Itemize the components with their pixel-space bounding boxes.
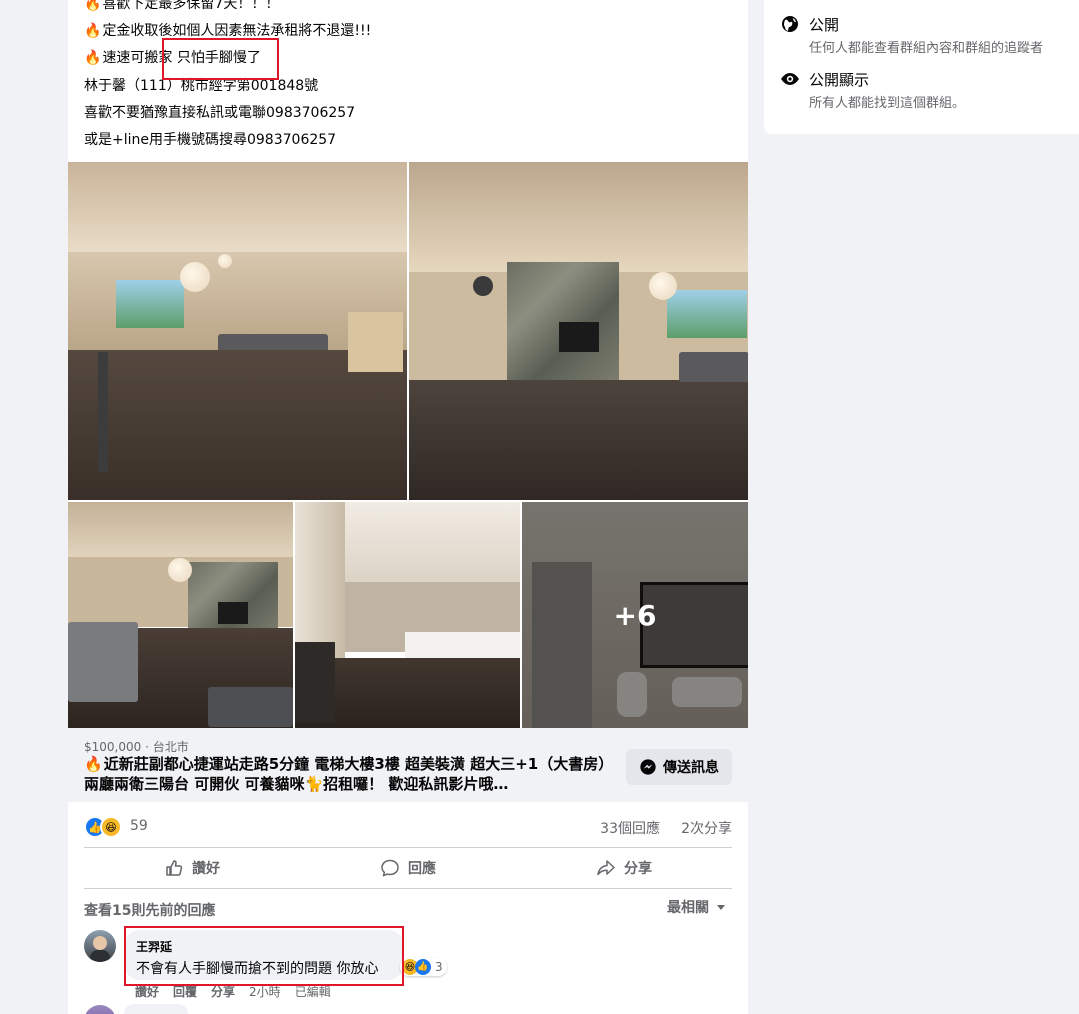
shares-count[interactable]: 2次分享 [681, 818, 732, 838]
haha-reaction-icon[interactable]: 😆 [100, 816, 122, 838]
eye-icon [781, 73, 799, 85]
marketplace-listing[interactable]: $100,000 · 台北市 🔥近新莊副都心捷運站走路5分鐘 電梯大樓3樓 超美… [68, 728, 748, 802]
divider [84, 888, 732, 889]
fire-icon: 🔥 [84, 0, 102, 12]
listing-price: $100,000 · 台北市 [84, 740, 189, 754]
thumbs-up-icon [166, 860, 183, 876]
comment-reaction-count: 3 [435, 960, 443, 974]
privacy-title: 公開 [809, 16, 840, 34]
messenger-icon [640, 759, 656, 775]
fire-icon: 🔥 [84, 23, 102, 39]
post-photo-kitchen[interactable] [295, 502, 520, 728]
sort-dropdown[interactable]: 最相關 [667, 897, 727, 917]
like-button[interactable]: 讚好 [84, 848, 300, 888]
post-photo-lounge[interactable] [68, 502, 293, 728]
post-photo-bathroom[interactable]: +6 [522, 502, 748, 728]
comment-icon [381, 859, 399, 877]
share-icon [597, 860, 615, 876]
post-stats: 👍 😆 59 33個回應 2次分享 [68, 810, 748, 842]
visibility-description: 所有人都能找到這個群組。 [809, 96, 966, 111]
highlight-box [124, 926, 404, 986]
post-description-line: 🔥喜歡下定最多保留7天！！！ [84, 0, 279, 14]
visibility-title: 公開顯示 [809, 71, 870, 89]
post-photo-living-room[interactable] [68, 162, 407, 500]
fire-icon: 🔥 [84, 755, 103, 773]
post-description-line: 喜歡不要猶豫直接私訊或電聯0983706257 [84, 105, 356, 121]
reaction-count[interactable]: 59 [130, 818, 148, 834]
share-button[interactable]: 分享 [516, 848, 732, 888]
avatar[interactable] [84, 1005, 116, 1014]
privacy-description: 任何人都能查看群組內容和群組的追蹤者 [809, 41, 1044, 56]
comments-count[interactable]: 33個回應 [600, 818, 660, 838]
post-description-line: 或是+line用手機號碼搜尋0983706257 [84, 132, 337, 148]
more-photos-count: +6 [613, 598, 657, 632]
avatar[interactable] [84, 930, 116, 962]
more-photos-overlay[interactable]: +6 [522, 502, 748, 728]
caret-down-icon [717, 905, 725, 910]
listing-title: 🔥近新莊副都心捷運站走路5分鐘 電梯大樓3樓 超美裝潢 超大三+1（大書房）兩廳… [84, 755, 606, 793]
fire-icon: 🔥 [84, 50, 102, 66]
globe-icon [782, 16, 798, 32]
comment-input-placeholder[interactable] [124, 1004, 188, 1014]
post-card: 🔥喜歡下定最多保留7天！！！ 🔥定金收取後如個人因素無法承租將不退還!!! 🔥速… [68, 0, 748, 1014]
like-reaction-icon: 👍 [415, 959, 431, 975]
comment-reactions[interactable]: 😆 👍 3 [400, 958, 447, 976]
post-photo-tv-wall[interactable] [409, 162, 748, 500]
send-message-button[interactable]: 傳送訊息 [626, 749, 732, 785]
view-previous-comments[interactable]: 查看15則先前的回應 [84, 900, 215, 920]
highlight-box [162, 38, 279, 80]
comment-button[interactable]: 回應 [300, 848, 516, 888]
group-about-card: 公開 任何人都能查看群組內容和群組的追蹤者 公開顯示 所有人都能找到這個群組。 [764, 0, 1079, 134]
